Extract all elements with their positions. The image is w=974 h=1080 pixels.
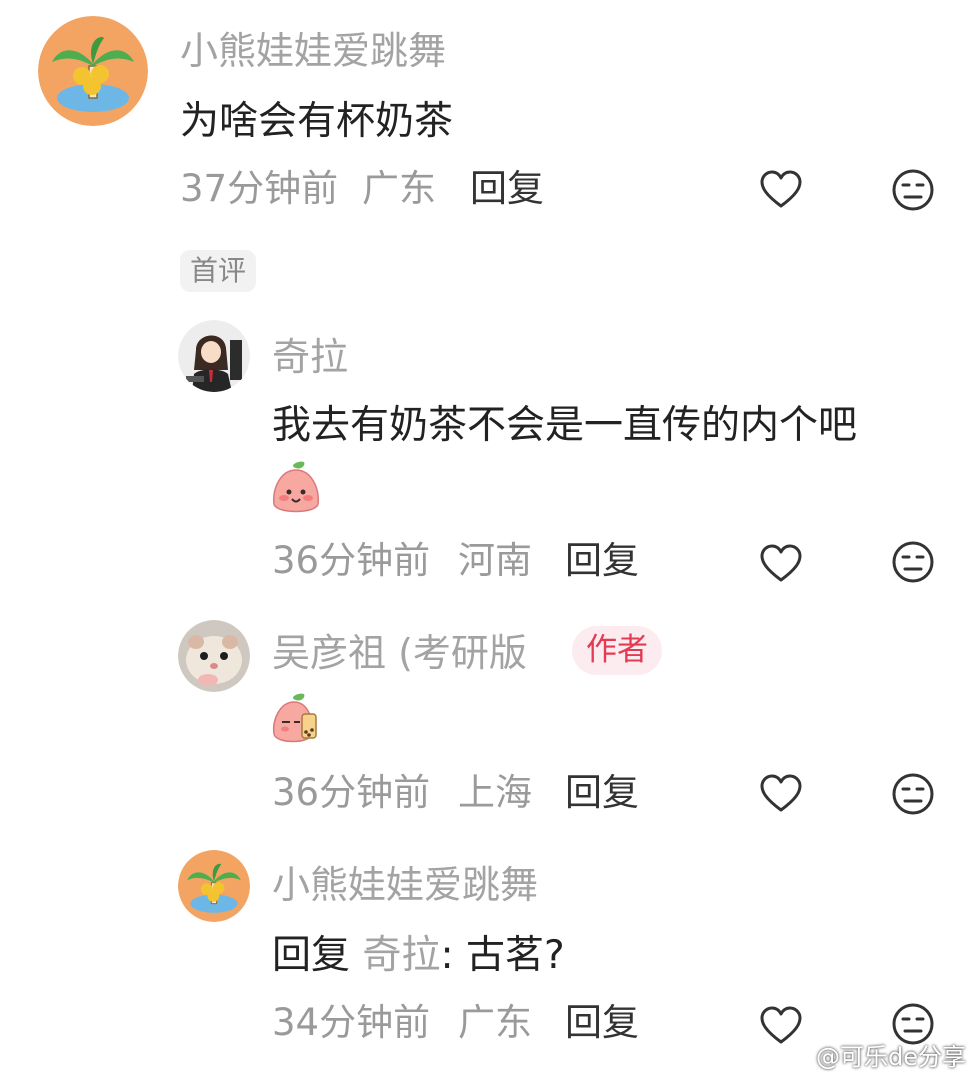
comment-time: 36分钟前: [272, 539, 431, 582]
weibo-logo-icon: [782, 1044, 810, 1072]
reply-button[interactable]: 回复: [565, 774, 639, 811]
dislike-face-icon[interactable]: [891, 540, 935, 584]
reply-prefix: 回复: [272, 933, 351, 978]
comment-time: 34分钟前: [272, 1001, 431, 1044]
watermark: @可乐de分享: [782, 1037, 966, 1072]
avatar-hamster[interactable]: [178, 620, 250, 692]
comment-time: 37分钟前: [180, 167, 339, 210]
comment-text: 为啥会有杯奶茶: [180, 99, 454, 144]
dislike-face-icon[interactable]: [891, 772, 935, 816]
reply-button[interactable]: 回复: [565, 542, 639, 579]
reply-to-user[interactable]: 奇拉: [362, 933, 440, 978]
comment-location: 上海: [458, 771, 532, 814]
heart-icon[interactable]: [760, 544, 802, 584]
comment-author-name[interactable]: 小熊娃娃爱跳舞: [180, 32, 446, 70]
comment-text: 我去有奶茶不会是一直传的内个吧: [272, 403, 858, 448]
comment-time: 36分钟前: [272, 771, 431, 814]
comment-text: 回复 奇拉: 古茗?: [272, 936, 565, 975]
avatar-palm[interactable]: [178, 850, 250, 922]
heart-icon[interactable]: [760, 774, 802, 814]
reply-button[interactable]: 回复: [565, 1004, 639, 1041]
comment-author-name[interactable]: 小熊娃娃爱跳舞: [272, 866, 538, 904]
peach-milktea-sticker: [268, 692, 324, 748]
comment-location: 河南: [458, 539, 532, 582]
comment-author-name[interactable]: 吴彦祖 (考研版: [272, 634, 527, 672]
watermark-text: @可乐de分享: [816, 1043, 966, 1071]
avatar-palm[interactable]: [38, 16, 148, 126]
avatar-girl[interactable]: [178, 320, 250, 392]
comment-location: 广东: [458, 1001, 532, 1044]
comment-location: 广东: [362, 167, 436, 210]
comment-author-name[interactable]: 奇拉: [272, 338, 348, 376]
heart-icon[interactable]: [760, 170, 802, 210]
dislike-face-icon[interactable]: [891, 168, 935, 212]
peach-smile-sticker: [268, 460, 324, 518]
reply-content: : 古茗?: [440, 933, 565, 978]
author-badge: 作者: [572, 626, 662, 675]
first-comment-badge: 首评: [180, 250, 257, 292]
reply-button[interactable]: 回复: [470, 170, 544, 207]
